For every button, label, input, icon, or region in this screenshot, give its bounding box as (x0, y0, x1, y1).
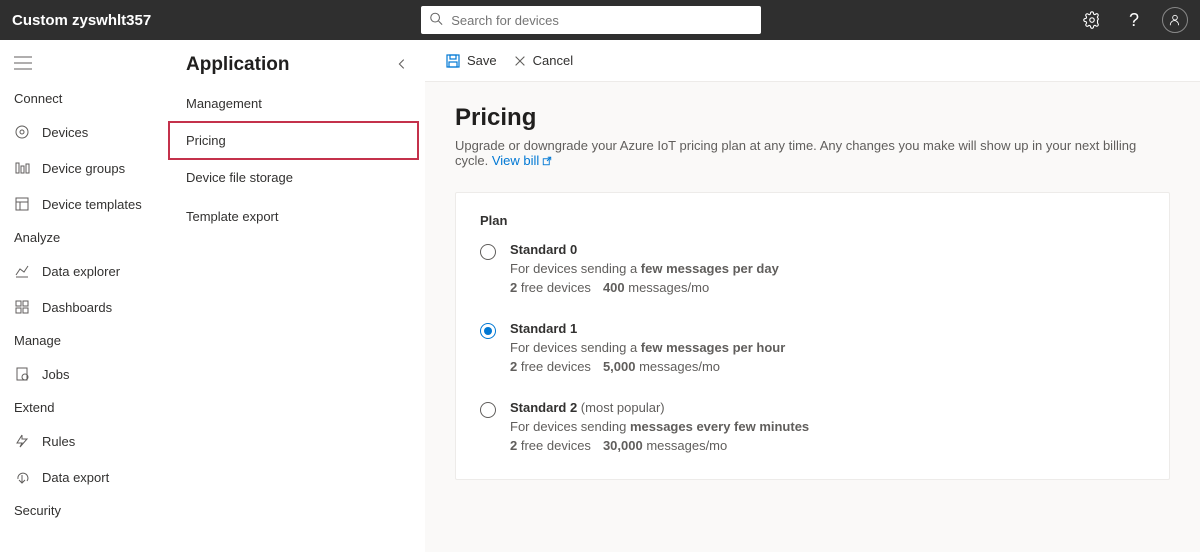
devices-icon (14, 124, 30, 140)
subnav-item-device-file-storage[interactable]: Device file storage (170, 158, 425, 197)
data-explorer-icon (14, 263, 30, 279)
nav-item-devices[interactable]: Devices (0, 114, 170, 150)
nav-item-label: Data export (42, 470, 109, 485)
nav-item-label: Jobs (42, 367, 69, 382)
secondary-nav: Application Management Pricing Device fi… (170, 40, 425, 552)
plan-radio[interactable] (480, 323, 496, 339)
cancel-button-label: Cancel (533, 53, 573, 68)
device-groups-icon (14, 160, 30, 176)
subnav-item-management[interactable]: Management (170, 84, 425, 123)
nav-item-data-explorer[interactable]: Data explorer (0, 253, 170, 289)
account-button[interactable] (1162, 7, 1188, 33)
nav-item-label: Data explorer (42, 264, 120, 279)
subnav-item-label: Management (186, 96, 262, 111)
nav-item-rules[interactable]: Rules (0, 423, 170, 459)
nav-item-label: Device groups (42, 161, 125, 176)
page-subtitle-text: Upgrade or downgrade your Azure IoT pric… (455, 138, 1136, 168)
secondary-nav-title: Application (186, 54, 289, 76)
rules-icon (14, 433, 30, 449)
nav-item-dashboards[interactable]: Dashboards (0, 289, 170, 325)
chevron-left-icon (395, 57, 409, 71)
cancel-button[interactable]: Cancel (513, 53, 573, 68)
nav-section-connect: Connect (0, 83, 170, 114)
pricing-plan-card: Plan Standard 0 For devices sending a fe… (455, 192, 1170, 480)
nav-item-device-groups[interactable]: Device groups (0, 150, 170, 186)
nav-item-device-templates[interactable]: Device templates (0, 186, 170, 222)
plan-name-label: Standard 0 (510, 242, 577, 257)
topbar-right-icons: ? (1078, 6, 1188, 34)
subnav-item-label: Device file storage (186, 170, 293, 185)
plan-option-standard-2[interactable]: Standard 2 (most popular) For devices se… (480, 400, 1145, 453)
subnav-item-label: Template export (186, 209, 279, 224)
collapse-subnav-button[interactable] (395, 57, 409, 74)
nav-item-data-export[interactable]: Data export (0, 459, 170, 495)
content-toolbar: Save Cancel (425, 40, 1200, 82)
help-button[interactable]: ? (1120, 6, 1148, 34)
nav-item-label: Rules (42, 434, 75, 449)
data-export-icon (14, 469, 30, 485)
nav-item-jobs[interactable]: Jobs (0, 356, 170, 392)
page-subtitle: Upgrade or downgrade your Azure IoT pric… (455, 138, 1170, 170)
top-bar: Custom zyswhlt357 ? (0, 0, 1200, 40)
subnav-item-pricing[interactable]: Pricing (168, 121, 419, 160)
device-templates-icon (14, 196, 30, 212)
plan-option-standard-1[interactable]: Standard 1 For devices sending a few mes… (480, 321, 1145, 374)
external-link-icon (541, 155, 553, 170)
plan-name-label: Standard 2 (510, 400, 577, 415)
subnav-item-template-export[interactable]: Template export (170, 197, 425, 236)
search-input[interactable] (421, 6, 761, 34)
nav-item-label: Device templates (42, 197, 142, 212)
jobs-icon (14, 366, 30, 382)
pricing-plan-card-title: Plan (480, 213, 1145, 228)
plan-name-label: Standard 1 (510, 321, 577, 336)
close-icon (513, 54, 527, 68)
nav-section-security: Security (0, 495, 170, 526)
plan-option-standard-0[interactable]: Standard 0 For devices sending a few mes… (480, 242, 1145, 295)
nav-item-label: Devices (42, 125, 88, 140)
person-icon (1168, 13, 1182, 27)
nav-section-extend: Extend (0, 392, 170, 423)
plan-radio[interactable] (480, 244, 496, 260)
nav-item-label: Dashboards (42, 300, 112, 315)
plan-radio[interactable] (480, 402, 496, 418)
search-wrapper (421, 6, 761, 34)
subnav-item-label: Pricing (186, 133, 226, 148)
primary-nav: Connect Devices Device groups Device tem… (0, 40, 170, 552)
help-icon: ? (1129, 10, 1139, 31)
view-bill-link[interactable]: View bill (492, 153, 553, 168)
app-title: Custom zyswhlt357 (12, 12, 151, 29)
hamburger-button[interactable] (0, 50, 170, 83)
nav-section-analyze: Analyze (0, 222, 170, 253)
settings-button[interactable] (1078, 6, 1106, 34)
plan-tag: (most popular) (577, 400, 664, 415)
page-title: Pricing (455, 104, 1170, 132)
search-icon (429, 12, 443, 29)
content-area: Save Cancel Pricing Upgrade or downgrade… (425, 40, 1200, 552)
nav-section-manage: Manage (0, 325, 170, 356)
save-button[interactable]: Save (445, 53, 497, 69)
dashboards-icon (14, 299, 30, 315)
save-icon (445, 53, 461, 69)
save-button-label: Save (467, 53, 497, 68)
